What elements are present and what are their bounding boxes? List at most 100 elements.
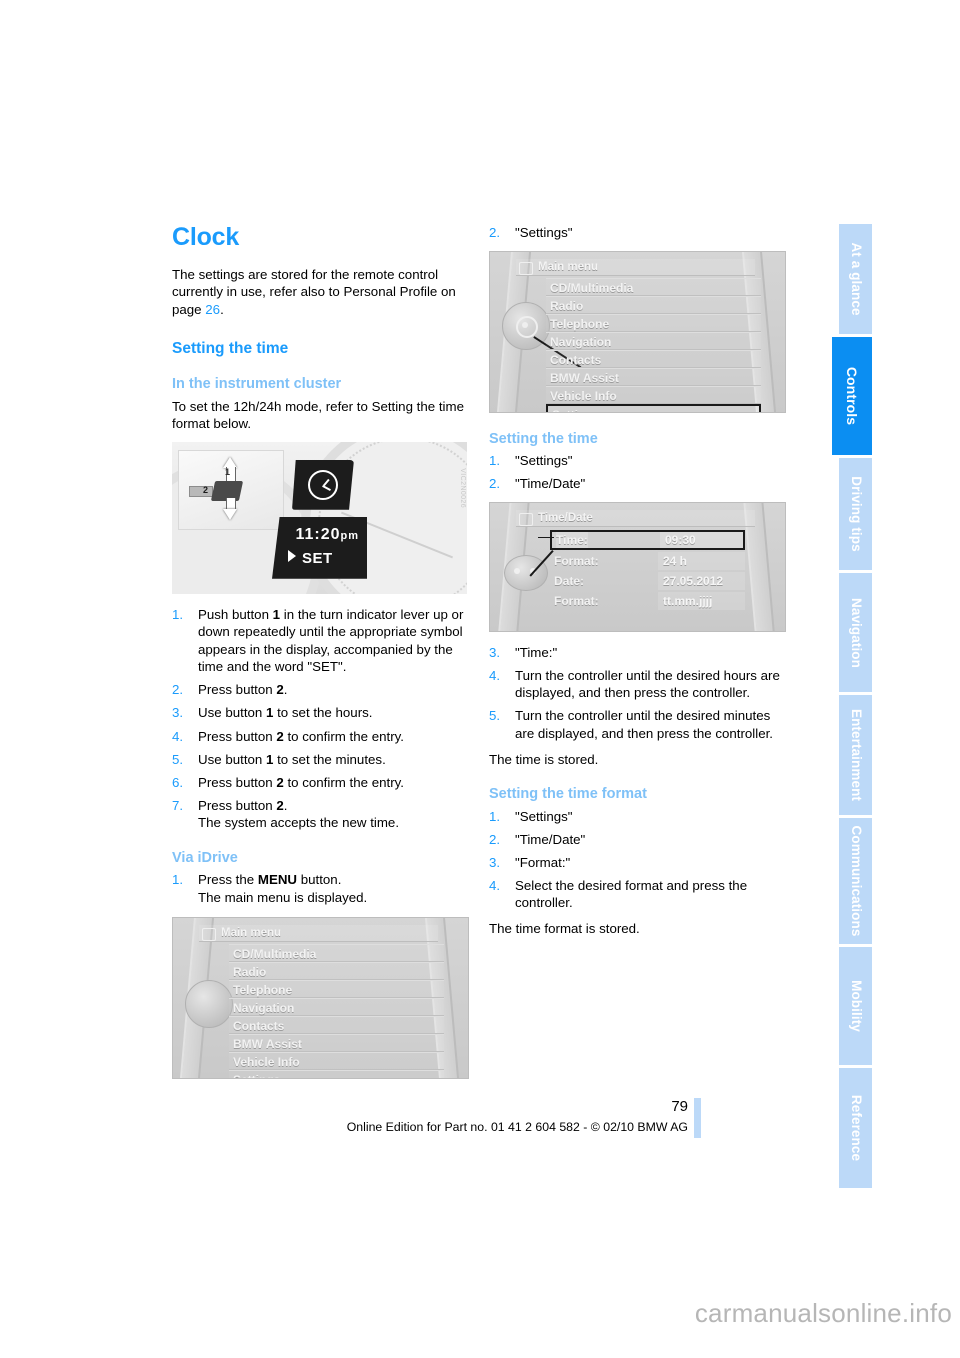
cluster-time-display: 11:20pm SET [272,516,367,579]
tab-controls[interactable]: Controls [832,337,872,455]
tab-label: Navigation [848,597,864,668]
heading-setting-the-time-idrive: Setting the time [489,430,598,447]
step-bold: 2 [276,797,284,813]
step-text-before: Push button [198,606,273,622]
row-value: 09:30 [660,531,743,548]
time-date-row-date[interactable]: Date: 27.05.2012 [550,571,745,590]
menu-item[interactable]: Vehicle Info [546,385,761,404]
time-date-rows: Time: 09:30 Format: 24 h Date: 27.05.201… [550,529,745,612]
menu-header: Time/Date [516,509,755,527]
menu-item[interactable]: BMW Assist [229,1033,444,1052]
step-text-after: "Settings" [515,808,573,824]
heading-via-idrive: Via iDrive [172,849,238,866]
menu-item[interactable]: Contacts [546,349,761,368]
list-item: Press button 2 to confirm the entry. [172,728,467,746]
row-label: Date: [554,573,585,588]
menu-header-label: Time/Date [538,511,593,524]
tab-reference[interactable]: Reference [839,1068,872,1188]
time-stored-note: The time is stored. [489,751,599,767]
step-text-after: Turn the controller until the desired mi… [515,708,773,741]
set-label: SET [302,549,333,567]
tab-label: Entertainment [848,708,864,802]
row-label: Format: [554,593,599,608]
menu-header-label: Main menu [221,926,282,939]
row-label: Time: [556,531,588,548]
time-date-row-time[interactable]: Time: 09:30 [550,529,745,550]
menu-item[interactable]: Navigation [546,331,761,350]
left-column: Clock The settings are stored for the re… [172,223,469,1091]
menu-item[interactable]: BMW Assist [546,367,761,386]
step-text-before: Press button [198,797,277,813]
heading-in-the-instrument-cluster: In the instrument cluster [172,375,342,392]
step-text-after: "Time/Date" [515,476,586,492]
heading-setting-the-time-format: Setting the time format [489,786,647,803]
step-extra-text: The main menu is displayed. [198,889,368,905]
tab-driving-tips[interactable]: Driving tips [839,458,872,570]
step-text-after: to confirm the entry. [283,774,404,790]
knob-dot-left [514,567,520,574]
tab-navigation[interactable]: Navigation [839,573,872,692]
list-item: Turn the controller until the desired ho… [489,667,784,702]
triangle-right-icon [288,549,296,562]
clock-symbol-panel [292,459,354,510]
tab-mobility[interactable]: Mobility [839,947,872,1065]
menu-item[interactable]: Radio [546,295,761,314]
manual-page: At a glance Controls Driving tips Naviga… [0,0,960,1358]
tab-at-a-glance[interactable]: At a glance [839,224,872,334]
step-bold: 2 [276,682,284,698]
tab-entertainment[interactable]: Entertainment [839,695,872,815]
cluster-time-value: 11:20pm [295,526,359,544]
menu-item[interactable]: CD/Multimedia [546,277,761,296]
step-text-after: "Settings" [515,453,573,469]
menu-item[interactable]: Contacts [229,1015,444,1034]
time-format-steps-list: "Settings" "Time/Date" "Format:" Select … [489,808,784,912]
menu-item[interactable]: Telephone [229,979,444,998]
time-date-row-date-format[interactable]: Format: tt.mm.jjjj [550,591,745,610]
menu-header: Main menu [516,258,755,276]
menu-item[interactable]: Navigation [229,997,444,1016]
list-item: "Time/Date" [489,831,784,849]
step-text-after: . [283,797,288,813]
step-text-after: to set the minutes. [273,751,386,767]
time-date-row-time-format[interactable]: Format: 24 h [550,551,745,570]
menu-header-icon [519,512,533,526]
step-text-after: "Time:" [515,644,558,660]
list-item: Press button 2. The system accepts the ne… [172,797,467,832]
row-value: 24 h [658,551,745,570]
list-item: "Settings" [489,452,784,470]
step-text-before: Press button [198,682,277,698]
page-reference-link[interactable]: 26 [205,302,220,317]
menu-item[interactable]: Telephone [546,313,761,332]
menu-item-selected[interactable]: Settings [546,403,761,412]
step-bold: 2 [276,774,284,790]
page-title: Clock [172,223,240,251]
step-text-before: Press button [198,728,277,744]
idrive-time-date-figure: Time/Date Time: 09:30 Format: 24 h Date:… [489,501,786,632]
time-format-stored-note: The time format is stored. [489,921,640,936]
list-item: Turn the controller until the desired mi… [489,707,784,742]
menu-item[interactable]: Settings [229,1069,444,1078]
step-text-after: . [283,682,288,698]
menu-item[interactable]: Vehicle Info [229,1051,444,1070]
tab-communications[interactable]: Communications [839,818,872,944]
tab-label: Controls [844,366,860,426]
menu-item[interactable]: CD/Multimedia [229,943,444,962]
clock-icon [308,469,338,500]
footer-edition-line: Online Edition for Part no. 01 41 2 604 … [346,1120,688,1134]
tab-label: Mobility [848,980,864,1032]
list-item: Press button 2 to confirm the entry. [172,774,467,792]
list-item: Use button 1 to set the minutes. [172,751,467,769]
tab-label: At a glance [848,242,864,316]
row-value: tt.mm.jjjj [658,591,745,610]
page-number: 79 [671,1098,688,1115]
cluster-intro-paragraph: To set the 12h/24h mode, refer to Settin… [172,398,464,432]
tab-label: Driving tips [848,476,864,552]
time-ampm: pm [340,529,359,542]
step-text-before: Use button [198,705,267,721]
setting-time-steps-list: "Settings" "Time/Date" [489,452,784,493]
step-text-after: to set the hours. [273,705,373,721]
row-value: 27.05.2012 [658,571,745,590]
step-bold: MENU [257,872,298,888]
menu-item[interactable]: Radio [229,961,444,980]
list-item: "Settings" [489,224,784,242]
